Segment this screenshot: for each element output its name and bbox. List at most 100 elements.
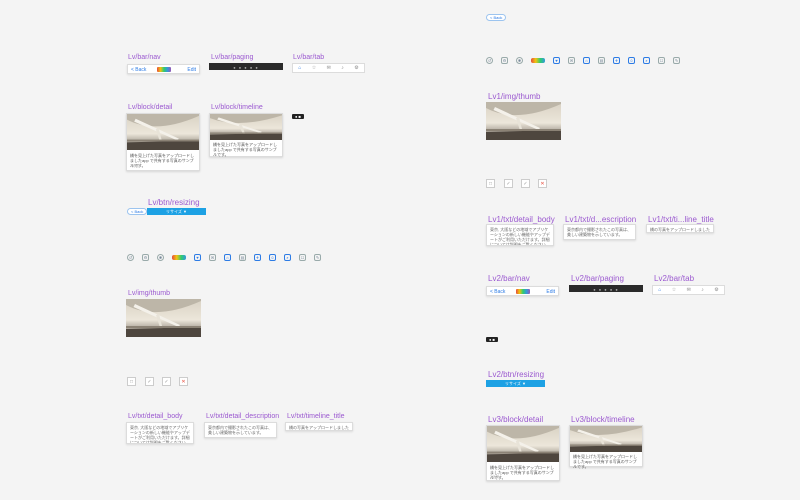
icon-row: ↺ ⚙ ✱ ♥ ✉ ⌂ ▤ ✈ ☺ ⌕ ☐ ✎: [127, 254, 329, 261]
mail-icon[interactable]: ✉: [568, 57, 575, 64]
label-lv1-txt-timeline-title: Lv1/txt/ti...line_title: [648, 215, 714, 224]
star-icon[interactable]: ✱: [157, 254, 164, 261]
label-lv1-img-thumb: Lv1/img/thumb: [488, 92, 541, 101]
text-detail-description: 東京都内で撮影されたこの写真は、美しい建築物を示しています。: [204, 422, 277, 438]
user-icon[interactable]: ☺: [628, 57, 635, 64]
label-lv-block-detail: Lv/block/detail: [128, 104, 173, 111]
label-lv-bar-nav: Lv/bar/nav: [128, 54, 161, 61]
back-pill-button[interactable]: < Back: [127, 208, 148, 215]
text-detail-body-lv1: 東京, 大阪などの地域でアプリケーションの新しい機能やアップデートがご利用いただ…: [486, 224, 554, 246]
checkbox-empty[interactable]: □: [127, 377, 136, 386]
checkbox-checked[interactable]: ✓: [145, 377, 154, 386]
tab-home[interactable]: ⌂: [658, 287, 661, 293]
heart-icon[interactable]: ♥: [194, 254, 201, 261]
refresh-icon[interactable]: ↺: [486, 57, 493, 64]
home-icon[interactable]: ⌂: [583, 57, 590, 64]
logo: [156, 67, 171, 72]
toggle-chip[interactable]: ● ■: [292, 114, 304, 119]
checkbox-checked-alt[interactable]: ✓: [162, 377, 171, 386]
block-detail-card[interactable]: 橋を見上げた写真をアップロードしましたapp で共有する写真のサンプルです。 2…: [126, 113, 200, 171]
logo: [515, 289, 530, 294]
tab-favorite[interactable]: ☆: [312, 65, 316, 71]
text-detail-body: 東京, 大阪などの地域でアプリケーションの新しい機能やアップデートがご利用いただ…: [126, 422, 194, 444]
label-lv2-bar-nav: Lv2/bar/nav: [488, 274, 530, 283]
plane-icon[interactable]: ✈: [613, 57, 620, 64]
checkbox-empty-2[interactable]: □: [486, 179, 495, 188]
icon-row-2: ↺ ⚙ ✱ ♥ ✉ ⌂ ▤ ✈ ☺ ⌕ ☐ ✎: [486, 57, 688, 64]
text-detail-description-lv1: 東京都内で撮影されたこの写真は、美しい建築物を示しています。: [563, 224, 636, 240]
list-icon[interactable]: ▤: [598, 57, 605, 64]
toggle-chip-2[interactable]: ● ■: [486, 337, 498, 342]
mail-icon[interactable]: ✉: [209, 254, 216, 261]
bridge-thumbnail: [487, 426, 559, 462]
back-link[interactable]: < Back: [490, 289, 505, 295]
label-lv1-txt-detail-body: Lv1/txt/detail_body: [488, 215, 555, 224]
tab-favorite[interactable]: ☆: [672, 287, 676, 293]
edit-icon[interactable]: ✎: [673, 57, 680, 64]
block-timeline-card-lv3[interactable]: 橋を見上げた写真をアップロードしましたapp で共有する写真のサンプルです。: [569, 425, 643, 469]
image-thumb-lv1: [486, 102, 561, 140]
edit-link[interactable]: Edit: [187, 67, 196, 73]
bridge-thumbnail: [210, 114, 282, 140]
tab-music[interactable]: ♪: [341, 65, 344, 71]
checkbox-checked-alt-2[interactable]: ✓: [521, 179, 530, 188]
logo-icon: [172, 255, 186, 260]
label-lv-img-thumb: Lv/img/thumb: [128, 290, 171, 297]
block-timeline-card[interactable]: 橋を見上げた写真をアップロードしましたapp で共有する写真のサンプルです。: [209, 113, 283, 157]
resize-button[interactable]: リサイズ ▼: [147, 208, 206, 215]
refresh-icon[interactable]: ↺: [127, 254, 134, 261]
checkbox-error-2[interactable]: ✕: [538, 179, 547, 188]
label-lv-bar-paging: Lv/bar/paging: [211, 54, 254, 61]
tab-mail[interactable]: ✉: [687, 287, 691, 293]
box-icon[interactable]: ☐: [299, 254, 306, 261]
search-icon[interactable]: ⌕: [284, 254, 291, 261]
heart-icon[interactable]: ♥: [553, 57, 560, 64]
block-time: 2分前: [130, 164, 139, 168]
box-icon[interactable]: ☐: [658, 57, 665, 64]
image-thumb: [126, 299, 201, 337]
back-pill-button-2[interactable]: < Back: [486, 14, 507, 21]
tab-bar: ⌂ ☆ ✉ ♪ ⚙: [292, 63, 365, 73]
search-icon[interactable]: ⌕: [643, 57, 650, 64]
checkbox-checked-2[interactable]: ✓: [504, 179, 513, 188]
label-lv-txt-timeline-title: Lv/txt/timeline_title: [287, 413, 345, 420]
label-lv-btn-resizing: Lv/btn/resizing: [148, 198, 200, 207]
block-detail-card-lv3[interactable]: 橋を見上げた写真をアップロードしましたapp で共有する写真のサンプルです。 2…: [486, 425, 560, 481]
star-icon[interactable]: ✱: [516, 57, 523, 64]
resize-button-lv2[interactable]: リサイズ ▼: [486, 380, 545, 387]
label-lv1-txt-detail-description: Lv1/txt/d...escription: [565, 215, 637, 224]
label-lv2-btn-resizing: Lv2/btn/resizing: [488, 370, 545, 379]
label-lv-txt-detail-description: Lv/txt/detail_description: [206, 413, 280, 420]
label-lv-bar-tab: Lv/bar/tab: [293, 54, 325, 61]
bridge-thumbnail: [570, 426, 642, 452]
checkbox-error[interactable]: ✕: [179, 377, 188, 386]
paging-bar[interactable]: ● ● ● ● ●: [209, 63, 283, 70]
edit-icon[interactable]: ✎: [314, 254, 321, 261]
tab-mail[interactable]: ✉: [327, 65, 331, 71]
gear-icon[interactable]: ⚙: [142, 254, 149, 261]
paging-bar-lv2[interactable]: ● ● ● ● ●: [569, 285, 643, 292]
label-lv-txt-detail-body: Lv/txt/detail_body: [128, 413, 183, 420]
home-icon[interactable]: ⌂: [224, 254, 231, 261]
gear-icon[interactable]: ⚙: [501, 57, 508, 64]
block-caption: 橋を見上げた写真をアップロードしましたapp で共有する写真のサンプルです。: [130, 153, 194, 168]
list-icon[interactable]: ▤: [239, 254, 246, 261]
tab-settings[interactable]: ⚙: [714, 287, 718, 293]
tab-settings[interactable]: ⚙: [354, 65, 358, 71]
text-timeline-title: 橋の写真をアップロードしました: [285, 422, 353, 431]
label-lv2-bar-tab: Lv2/bar/tab: [654, 274, 695, 283]
paging-dots: ● ● ● ● ●: [233, 65, 259, 70]
paging-dots: ● ● ● ● ●: [593, 287, 619, 292]
tab-music[interactable]: ♪: [701, 287, 704, 293]
timeline-caption: 橋を見上げた写真をアップロードしましたapp で共有する写真のサンプルです。: [573, 454, 637, 469]
edit-link[interactable]: Edit: [546, 289, 555, 295]
nav-bar: < Back Edit: [127, 64, 200, 74]
label-lv3-block-timeline: Lv3/block/timeline: [571, 415, 635, 424]
plane-icon[interactable]: ✈: [254, 254, 261, 261]
tab-bar-lv2: ⌂ ☆ ✉ ♪ ⚙: [652, 285, 725, 295]
user-icon[interactable]: ☺: [269, 254, 276, 261]
tab-home[interactable]: ⌂: [298, 65, 301, 71]
text-timeline-title-lv1: 橋の写真をアップロードしました: [646, 224, 714, 233]
back-link[interactable]: < Back: [131, 67, 146, 73]
bridge-thumbnail: [127, 114, 199, 150]
